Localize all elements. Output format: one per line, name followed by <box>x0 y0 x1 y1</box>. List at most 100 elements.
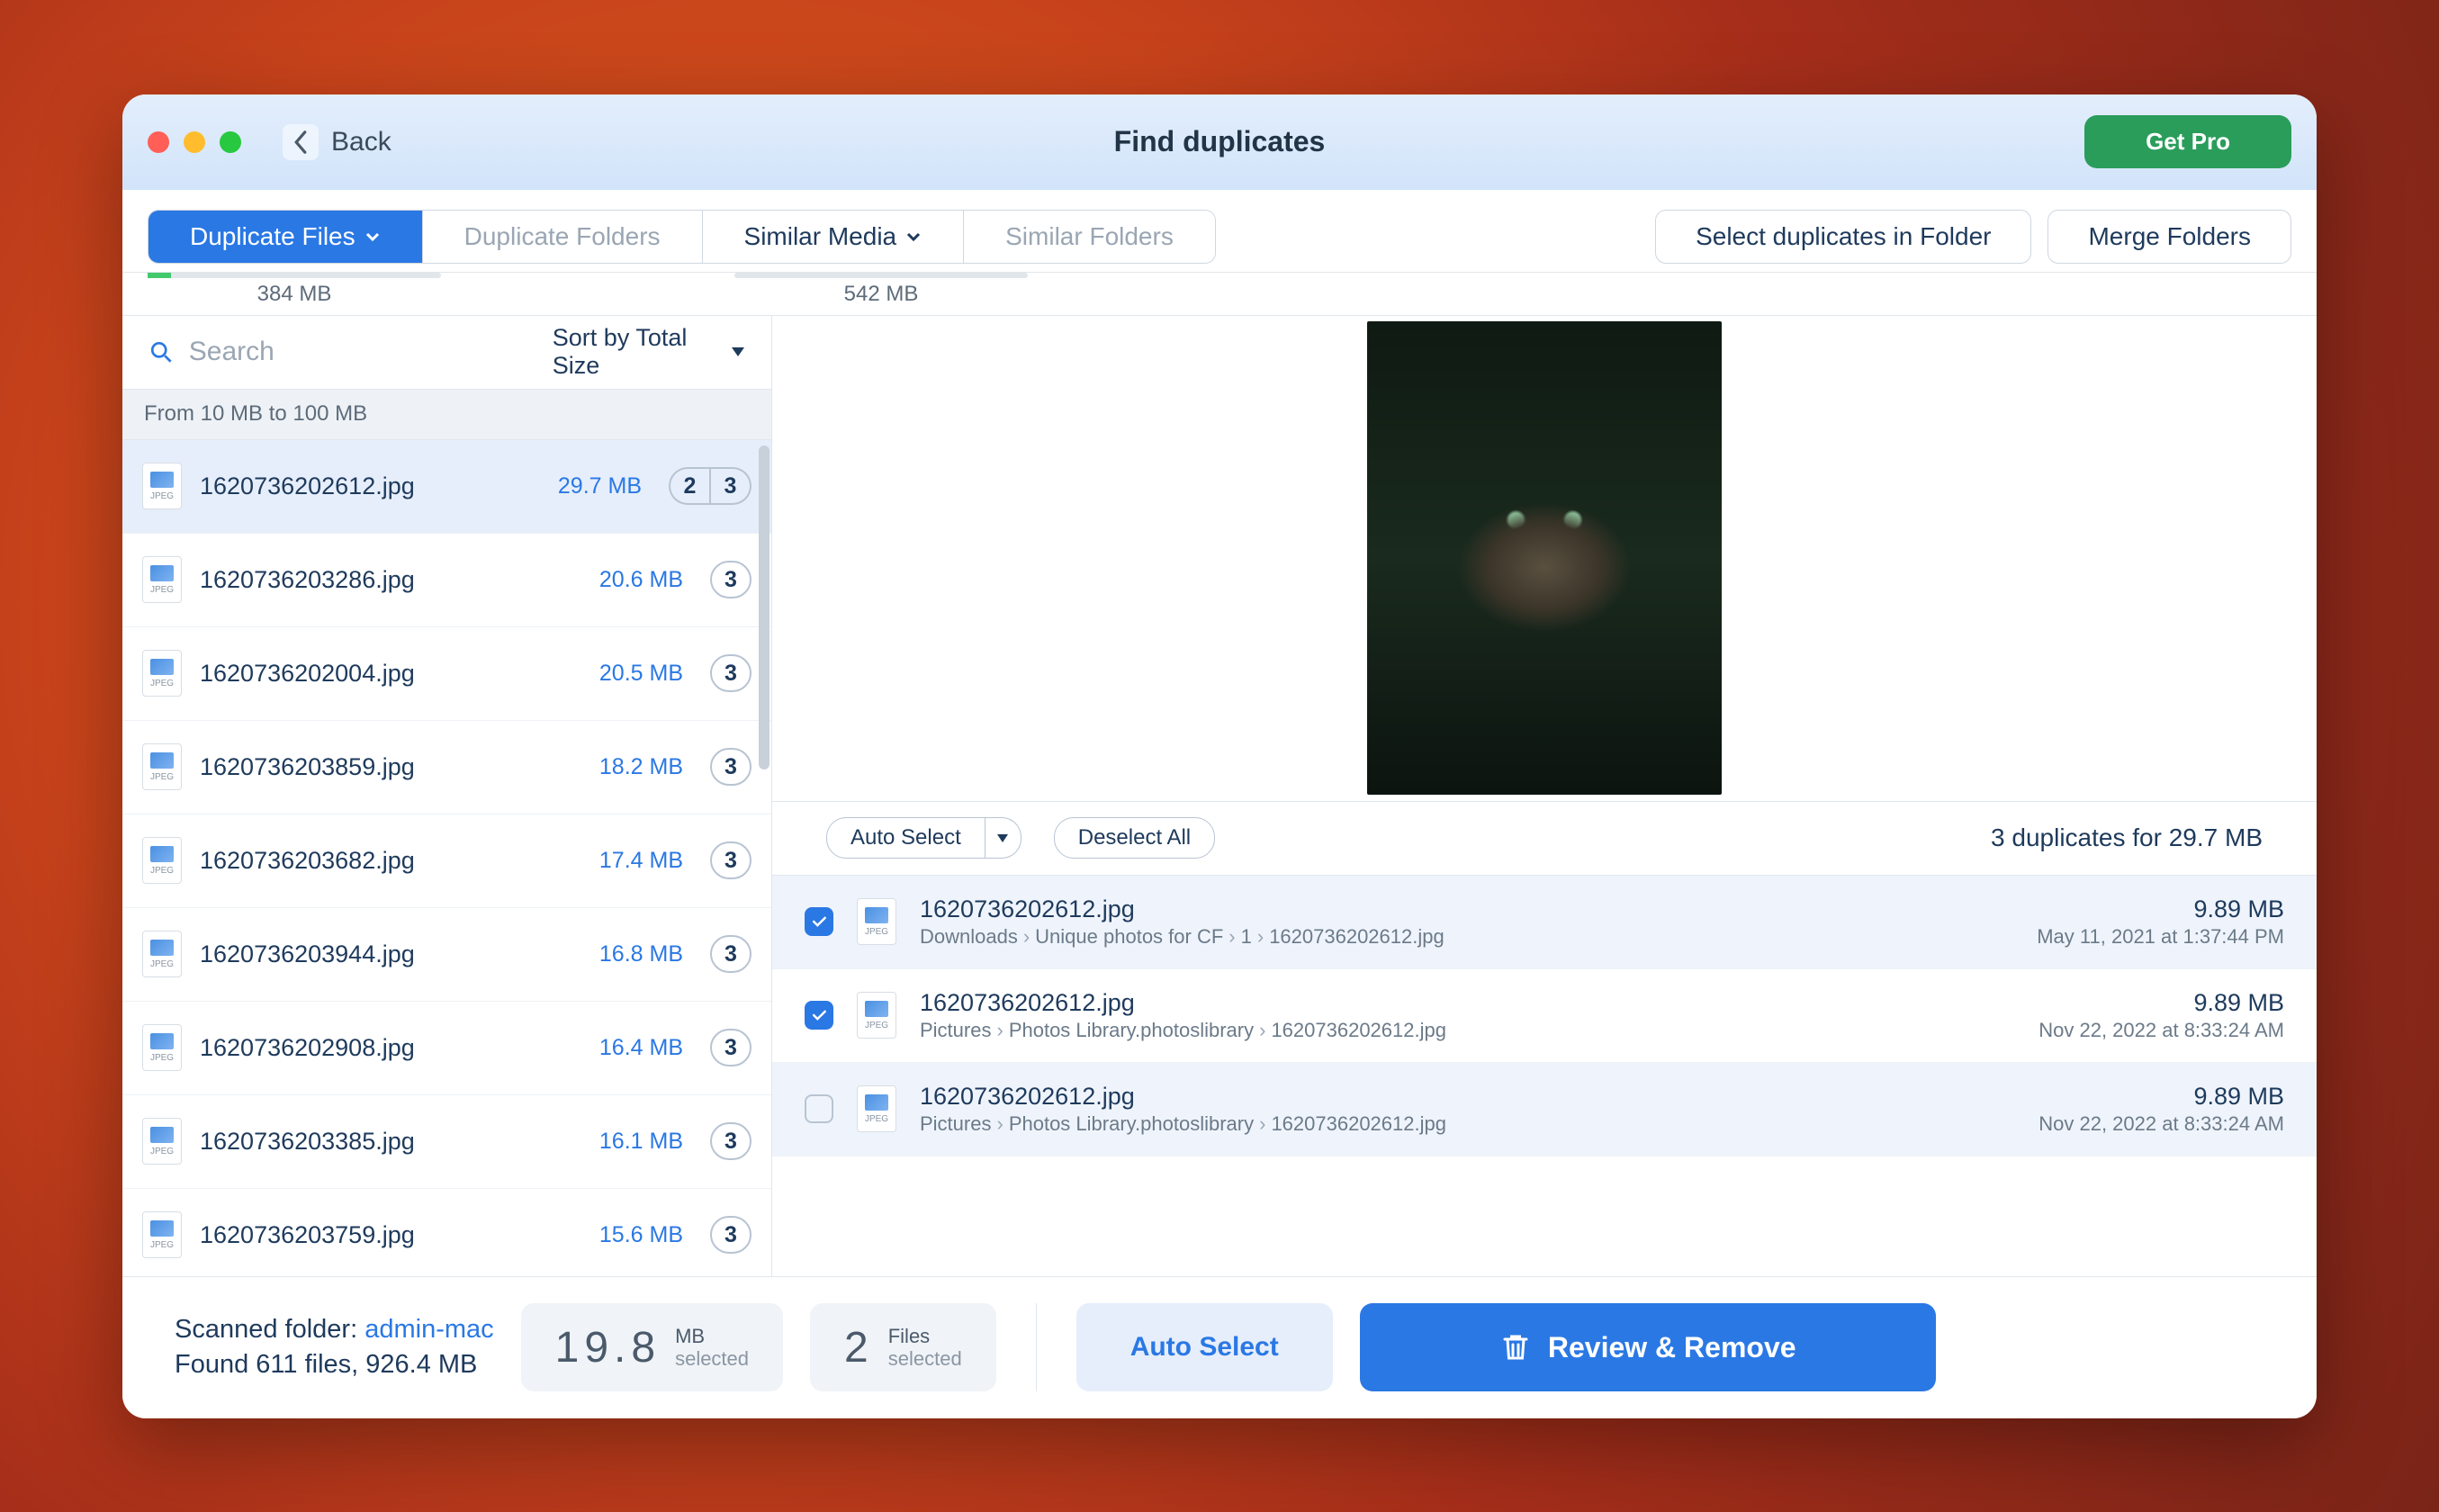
file-name: 1620736203859.jpg <box>200 753 566 781</box>
file-name: 1620736202908.jpg <box>200 1034 566 1062</box>
deselect-all-button[interactable]: Deselect All <box>1054 817 1215 859</box>
mode-tabs: Duplicate Files Duplicate Folders Simila… <box>148 210 1216 264</box>
file-size: 16.8 MB <box>584 941 683 968</box>
chevron-down-icon <box>905 229 922 245</box>
tab-duplicate-folders[interactable]: Duplicate Folders <box>423 211 703 263</box>
size-label: 542 MB <box>844 282 919 307</box>
select-checkbox[interactable] <box>805 1094 833 1123</box>
duplicate-path: Pictures›Photos Library.photoslibrary›16… <box>920 1112 2015 1136</box>
jpeg-file-icon: JPEG <box>142 650 182 697</box>
auto-select-menu-caret[interactable] <box>986 817 1022 859</box>
back-button[interactable]: Back <box>283 124 392 160</box>
tab-similar-media[interactable]: Similar Media <box>703 211 965 263</box>
scrollbar-thumb[interactable] <box>759 446 770 770</box>
scanned-folder-label: Scanned folder: <box>175 1315 357 1344</box>
tab-label: Duplicate Files <box>190 222 356 251</box>
image-preview <box>772 316 2317 802</box>
selected-size-card: 19.8 MB selected <box>521 1303 783 1391</box>
file-list[interactable]: JPEG 1620736202612.jpg 29.7 MB 23 JPEG 1… <box>122 440 771 1276</box>
size-group-header: From 10 MB to 100 MB <box>122 390 771 440</box>
file-row[interactable]: JPEG 1620736202004.jpg 20.5 MB 3 <box>122 627 771 721</box>
file-row[interactable]: JPEG 1620736202612.jpg 29.7 MB 23 <box>122 440 771 534</box>
selected-files-number: 2 <box>844 1323 874 1372</box>
scanned-folder-link[interactable]: admin-mac <box>364 1315 493 1344</box>
badge-group: 3 <box>710 935 752 973</box>
file-row[interactable]: JPEG 1620736203385.jpg 16.1 MB 3 <box>122 1095 771 1189</box>
review-and-remove-button[interactable]: Review & Remove <box>1360 1303 1936 1391</box>
jpeg-file-icon: JPEG <box>142 1024 182 1071</box>
file-size: 16.4 MB <box>584 1035 683 1061</box>
tab-duplicate-files[interactable]: Duplicate Files <box>148 211 423 263</box>
duplicate-count-badge: 3 <box>710 1029 752 1066</box>
badge-group: 3 <box>710 561 752 598</box>
tab-label: Similar Media <box>744 222 897 251</box>
duplicate-path: Pictures›Photos Library.photoslibrary›16… <box>920 1019 2015 1042</box>
titlebar: Back Find duplicates Get Pro <box>122 94 2317 190</box>
get-pro-button[interactable]: Get Pro <box>2084 115 2291 168</box>
jpeg-file-icon: JPEG <box>142 743 182 790</box>
jpeg-file-icon: JPEG <box>857 898 896 945</box>
file-name: 1620736202612.jpg <box>200 472 525 500</box>
search-input[interactable] <box>189 337 536 367</box>
minimize-window-button[interactable] <box>184 131 205 153</box>
duplicate-meta: 9.89 MB Nov 22, 2022 at 8:33:24 AM <box>2038 1083 2284 1136</box>
chevron-left-icon <box>283 124 319 160</box>
file-name: 1620736203944.jpg <box>200 940 566 968</box>
duplicate-row[interactable]: JPEG 1620736202612.jpg Downloads›Unique … <box>772 876 2317 969</box>
duplicate-count-badge: 3 <box>710 935 752 973</box>
duplicate-count-badge: 3 <box>710 467 752 505</box>
file-row[interactable]: JPEG 1620736202908.jpg 16.4 MB 3 <box>122 1002 771 1095</box>
duplicate-size: 9.89 MB <box>2038 1083 2284 1111</box>
selected-files-card: 2 Files selected <box>810 1303 996 1391</box>
close-window-button[interactable] <box>148 131 169 153</box>
file-row[interactable]: JPEG 1620736203286.jpg 20.6 MB 3 <box>122 534 771 627</box>
duplicate-count-badge: 3 <box>710 1122 752 1160</box>
file-size: 16.1 MB <box>584 1129 683 1155</box>
auto-select-split-button[interactable]: Auto Select <box>826 817 1022 859</box>
file-size: 20.5 MB <box>584 661 683 687</box>
select-checkbox[interactable] <box>805 907 833 936</box>
file-row[interactable]: JPEG 1620736203944.jpg 16.8 MB 3 <box>122 908 771 1002</box>
file-name: 1620736203286.jpg <box>200 566 566 594</box>
fullscreen-window-button[interactable] <box>220 131 241 153</box>
merge-folders-button[interactable]: Merge Folders <box>2048 210 2291 264</box>
badge-group: 3 <box>710 842 752 879</box>
file-row[interactable]: JPEG 1620736203682.jpg 17.4 MB 3 <box>122 814 771 908</box>
duplicate-count-badge: 3 <box>710 654 752 692</box>
select-checkbox[interactable] <box>805 1001 833 1030</box>
file-name: 1620736203759.jpg <box>200 1221 566 1249</box>
file-row[interactable]: JPEG 1620736203859.jpg 18.2 MB 3 <box>122 721 771 814</box>
duplicate-row[interactable]: JPEG 1620736202612.jpg Pictures›Photos L… <box>772 1063 2317 1156</box>
jpeg-file-icon: JPEG <box>142 1118 182 1165</box>
size-indicator-duplicate-files: 384 MB <box>148 273 441 307</box>
tab-similar-folders[interactable]: Similar Folders <box>964 211 1215 263</box>
selected-size-number: 19.8 <box>555 1323 661 1372</box>
file-size: 18.2 MB <box>584 754 683 780</box>
selected-count-badge: 2 <box>669 467 710 505</box>
sort-dropdown[interactable]: Sort by Total Size <box>553 324 744 380</box>
file-size: 29.7 MB <box>543 473 642 500</box>
back-label: Back <box>331 127 392 158</box>
duplicate-count-badge: 3 <box>710 842 752 879</box>
jpeg-file-icon: JPEG <box>142 463 182 509</box>
file-row[interactable]: JPEG 1620736203759.jpg 15.6 MB 3 <box>122 1189 771 1276</box>
badge-group: 23 <box>669 467 752 505</box>
duplicate-filename: 1620736202612.jpg <box>920 989 2015 1017</box>
footer-auto-select-button[interactable]: Auto Select <box>1076 1303 1333 1391</box>
badge-group: 3 <box>710 748 752 786</box>
main-split: Sort by Total Size From 10 MB to 100 MB … <box>122 316 2317 1276</box>
auto-select-button[interactable]: Auto Select <box>826 817 986 859</box>
caret-down-icon <box>997 834 1008 842</box>
badge-group: 3 <box>710 1122 752 1160</box>
scan-info: Scanned folder: admin-mac Found 611 file… <box>175 1315 494 1380</box>
footer-divider <box>1036 1303 1037 1391</box>
content-area: Duplicate Files Duplicate Folders Simila… <box>122 190 2317 1418</box>
jpeg-file-icon: JPEG <box>142 556 182 603</box>
duplicate-info: 1620736202612.jpg Downloads›Unique photo… <box>920 896 2013 949</box>
duplicate-row[interactable]: JPEG 1620736202612.jpg Pictures›Photos L… <box>772 969 2317 1063</box>
select-duplicates-in-folder-button[interactable]: Select duplicates in Folder <box>1655 210 2031 264</box>
found-files-line: Found 611 files, 926.4 MB <box>175 1350 494 1380</box>
duplicate-date: Nov 22, 2022 at 8:33:24 AM <box>2038 1019 2284 1042</box>
duplicate-instances-list: JPEG 1620736202612.jpg Downloads›Unique … <box>772 876 2317 1276</box>
file-size: 17.4 MB <box>584 848 683 874</box>
